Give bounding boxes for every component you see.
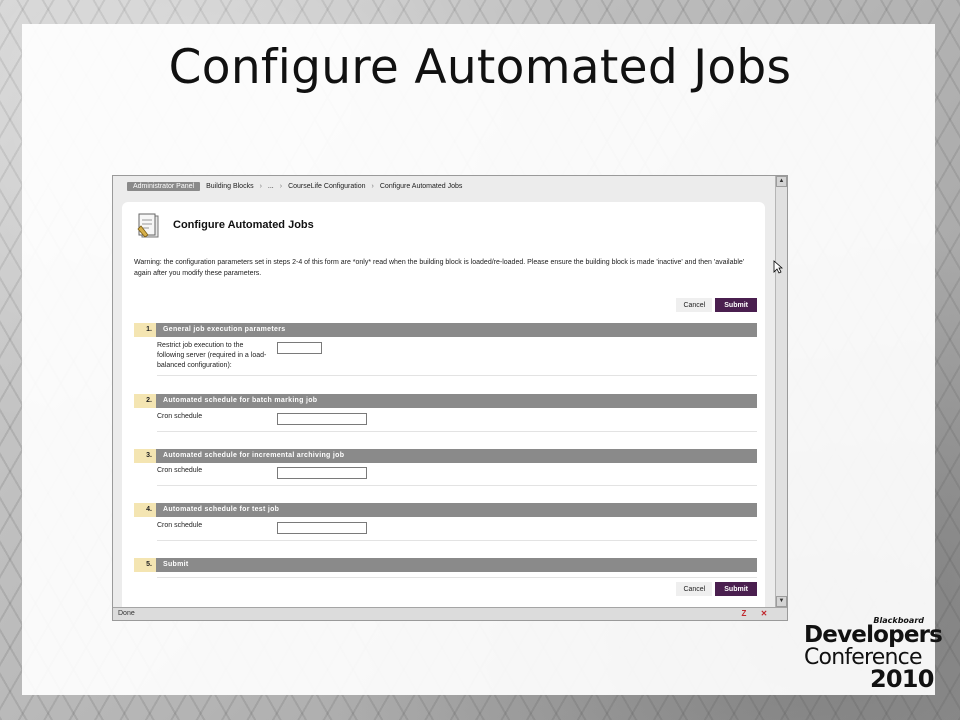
- divider: [157, 375, 757, 376]
- breadcrumb-separator: ›: [371, 182, 374, 190]
- page-edit-icon: [137, 213, 159, 238]
- step-number: 5.: [134, 558, 156, 572]
- step-number: 1.: [134, 323, 156, 337]
- step-5-header: 5. Submit: [134, 558, 757, 572]
- breadcrumb-item-building-blocks[interactable]: Building Blocks: [206, 183, 253, 190]
- logo-line-3: 2010: [870, 665, 934, 693]
- server-restriction-label: Restrict job execution to the following …: [157, 342, 267, 369]
- cursor-icon: [773, 260, 783, 274]
- vertical-scrollbar[interactable]: ▲ ▼: [775, 176, 787, 607]
- step-title: Submit: [156, 558, 757, 572]
- step-title: General job execution parameters: [156, 323, 757, 337]
- test-job-cron-label: Cron schedule: [157, 522, 203, 529]
- page-title: Configure Automated Jobs: [173, 219, 314, 231]
- server-restriction-input[interactable]: [277, 342, 322, 354]
- step-number: 3.: [134, 449, 156, 463]
- batch-marking-cron-input[interactable]: [277, 413, 367, 425]
- step-number: 4.: [134, 503, 156, 517]
- breadcrumb-item-administrator-panel[interactable]: Administrator Panel: [127, 181, 201, 191]
- submit-button[interactable]: Submit: [715, 298, 757, 312]
- archiving-cron-label: Cron schedule: [157, 467, 203, 474]
- bottom-button-row: Cancel Submit: [676, 582, 757, 596]
- status-bar: Done Z ✕: [113, 607, 787, 620]
- step-number: 2.: [134, 394, 156, 408]
- warning-text: Warning: the configuration parameters se…: [134, 259, 745, 277]
- divider: [157, 431, 757, 432]
- breadcrumb-item-courselife-configuration[interactable]: CourseLife Configuration: [288, 183, 365, 190]
- step-1-header: 1. General job execution parameters: [134, 323, 757, 337]
- step-4-header: 4. Automated schedule for test job: [134, 503, 757, 517]
- close-icon[interactable]: ✕: [759, 609, 769, 619]
- status-text: Done: [118, 610, 135, 617]
- submit-button-bottom[interactable]: Submit: [715, 582, 757, 596]
- scroll-down-icon[interactable]: ▼: [776, 596, 787, 607]
- breadcrumb-item-configure-automated-jobs: Configure Automated Jobs: [379, 182, 463, 190]
- step-title: Automated schedule for batch marking job: [156, 394, 757, 408]
- breadcrumb: Administrator Panel Building Blocks › ..…: [127, 180, 749, 192]
- breadcrumb-separator: ›: [279, 182, 283, 190]
- conference-logo: Blackboard Developers Conference 2010: [800, 616, 943, 693]
- step-2-header: 2. Automated schedule for batch marking …: [134, 394, 757, 408]
- page-content: Configure Automated Jobs Warning: the co…: [122, 202, 765, 609]
- zotero-icon[interactable]: Z: [739, 609, 749, 619]
- batch-marking-cron-label: Cron schedule: [157, 413, 203, 420]
- step-3-header: 3. Automated schedule for incremental ar…: [134, 449, 757, 463]
- step-title: Automated schedule for incremental archi…: [156, 449, 757, 463]
- divider: [157, 485, 757, 486]
- cancel-button[interactable]: Cancel: [676, 298, 713, 312]
- archiving-cron-input[interactable]: [277, 467, 367, 479]
- divider: [157, 577, 757, 578]
- cancel-button-bottom[interactable]: Cancel: [676, 582, 713, 596]
- scroll-up-icon[interactable]: ▲: [776, 176, 787, 187]
- slide-title: Configure Automated Jobs: [168, 40, 792, 95]
- breadcrumb-item-ellipsis[interactable]: ...: [268, 183, 274, 190]
- browser-screenshot: Administrator Panel Building Blocks › ..…: [112, 175, 788, 621]
- test-job-cron-input[interactable]: [277, 522, 367, 534]
- top-button-row: Cancel Submit: [676, 298, 757, 312]
- breadcrumb-separator: ›: [259, 182, 262, 190]
- divider: [157, 540, 757, 541]
- step-title: Automated schedule for test job: [156, 503, 757, 517]
